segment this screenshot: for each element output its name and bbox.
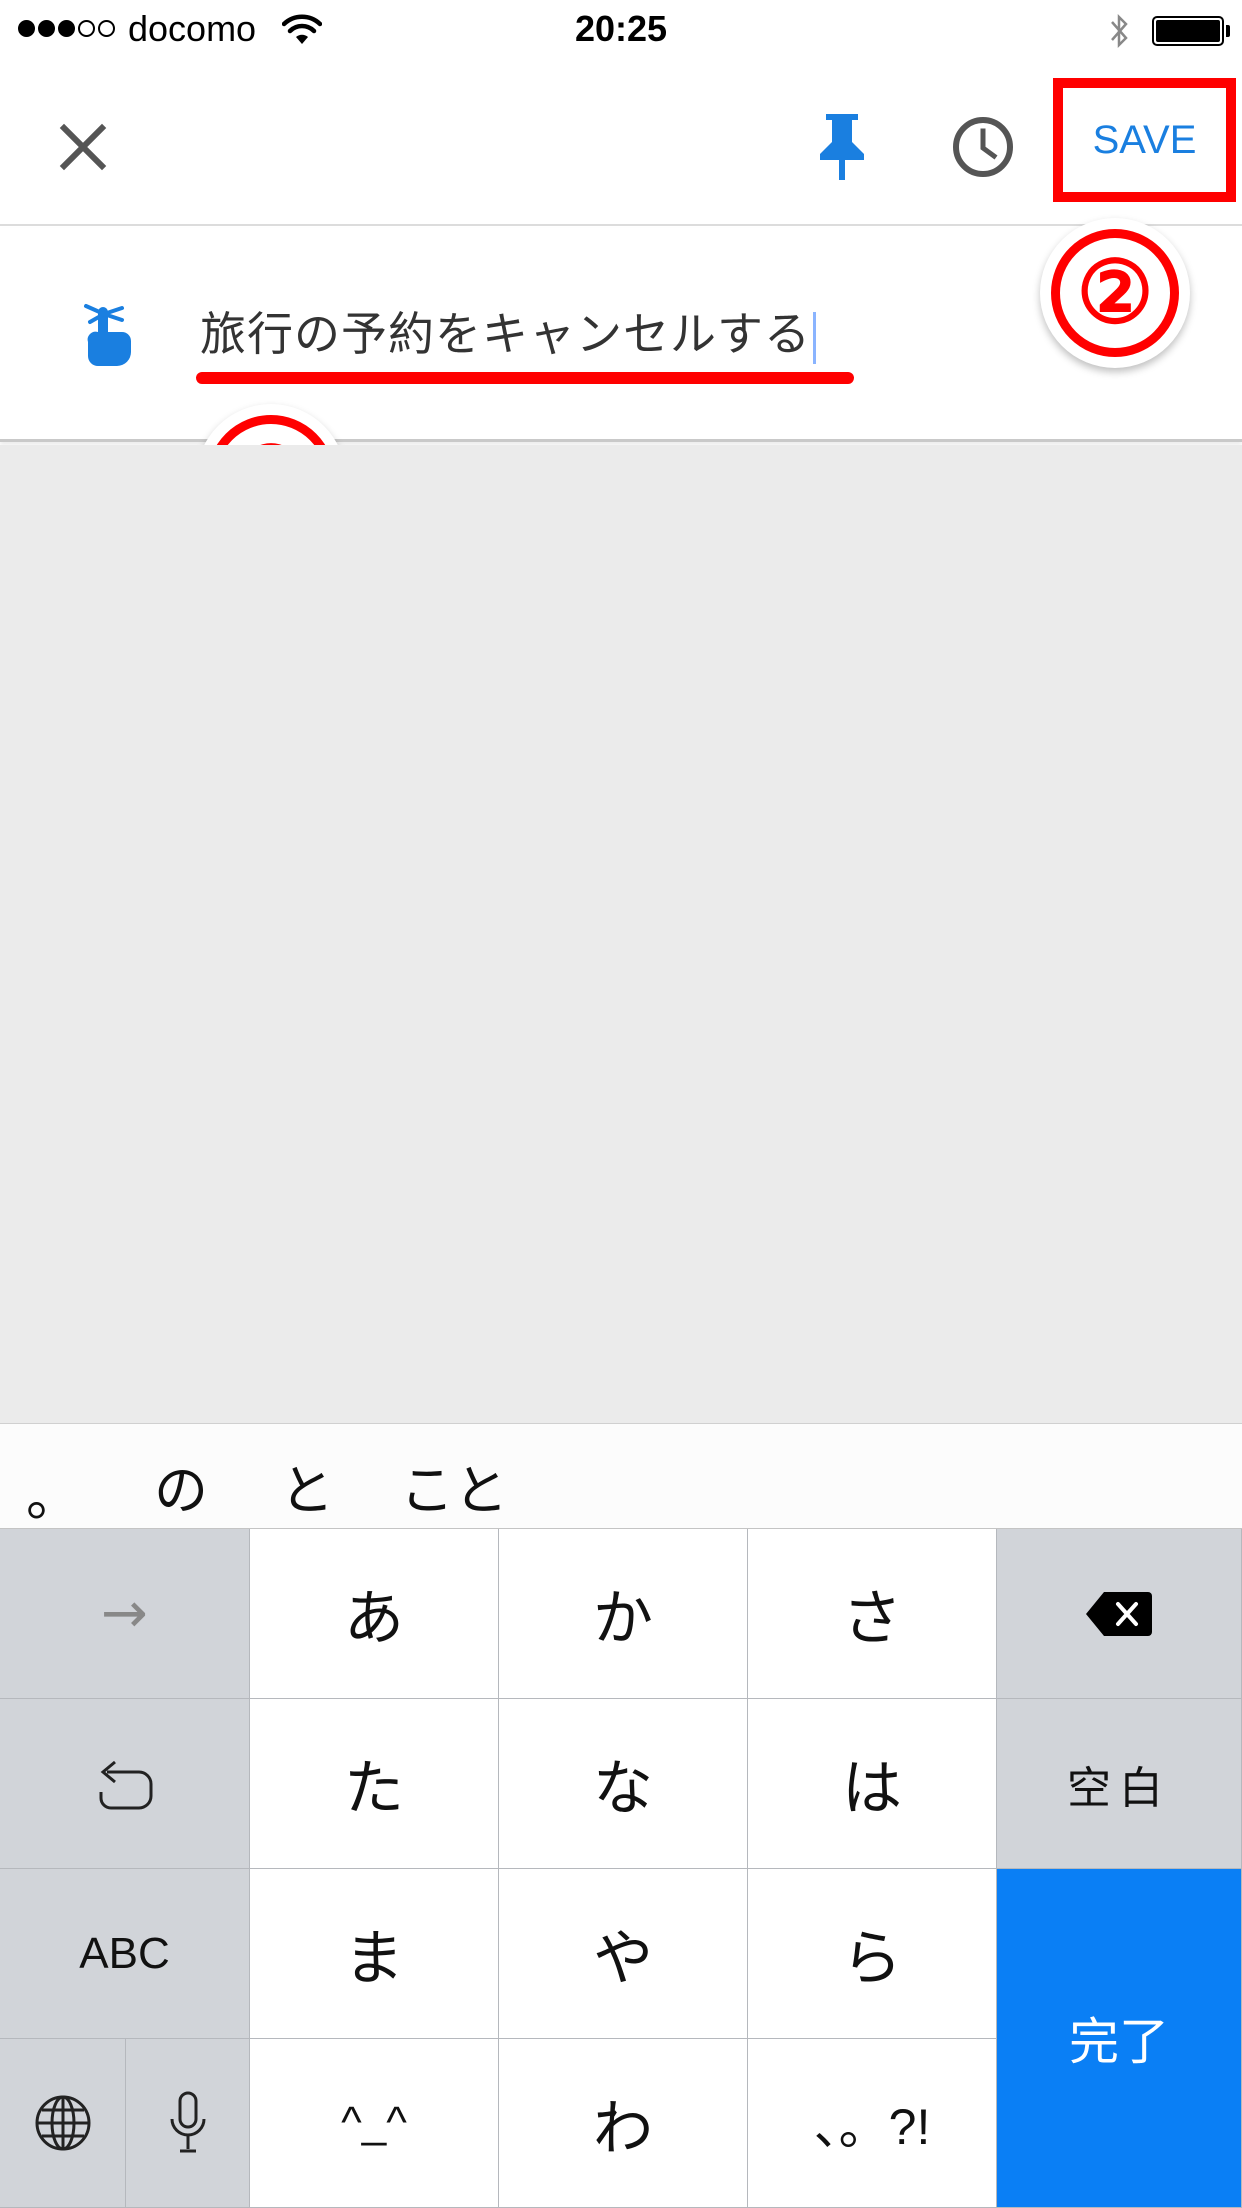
globe-icon — [35, 2095, 90, 2151]
text-caret — [813, 311, 816, 364]
key-ya[interactable]: や — [499, 1869, 748, 2039]
microphone-key[interactable] — [126, 2039, 250, 2208]
japanese-kana-keyboard: → あ か さ た な は 空白 ABC ま や ら ^_^ わ 、。?! 完了 — [0, 1529, 1242, 2208]
status-time: 20:25 — [574, 8, 668, 49]
close-icon[interactable] — [50, 114, 116, 180]
annotation-step-2-badge: ② — [1040, 218, 1190, 368]
reminder-finger-icon — [84, 304, 131, 366]
undo-icon — [99, 1760, 152, 1809]
key-ha[interactable]: は — [748, 1699, 997, 1869]
key-ma[interactable]: ま — [250, 1869, 499, 2039]
suggestion-item[interactable]: の — [154, 1446, 208, 1525]
key-ra[interactable]: ら — [748, 1869, 997, 2039]
delete-icon — [1086, 1591, 1152, 1636]
suggestion-item[interactable]: こと — [400, 1446, 508, 1525]
emoticon-key[interactable]: ^_^ — [250, 2039, 499, 2208]
note-body-area[interactable] — [0, 445, 1242, 1423]
bluetooth-icon — [1111, 13, 1128, 49]
clock-icon[interactable] — [950, 114, 1016, 180]
battery-tip — [1226, 25, 1230, 37]
predictive-suggestions-bar: 。 の と こと — [0, 1423, 1242, 1529]
abc-key[interactable]: ABC — [0, 1869, 250, 2039]
key-a[interactable]: あ — [250, 1529, 499, 1699]
editor-toolbar: SAVE — [0, 62, 1242, 226]
space-key[interactable]: 空白 — [997, 1699, 1242, 1869]
globe-key[interactable] — [0, 2039, 126, 2208]
key-ta[interactable]: た — [250, 1699, 499, 1869]
save-button[interactable]: SAVE — [1053, 78, 1236, 202]
annotation-step-2-label: ② — [1076, 245, 1154, 341]
battery-icon — [1152, 16, 1224, 46]
cursor-right-key[interactable]: → — [0, 1529, 250, 1699]
suggestion-item[interactable]: 。 — [26, 1452, 80, 1531]
suggestion-item[interactable]: と — [280, 1446, 334, 1525]
undo-key[interactable] — [0, 1699, 250, 1869]
status-bar: docomo 20:25 — [0, 0, 1242, 62]
microphone-icon — [170, 2091, 205, 2153]
key-sa[interactable]: さ — [748, 1529, 997, 1699]
key-wa[interactable]: わ — [499, 2039, 748, 2208]
done-key[interactable]: 完了 — [997, 1869, 1242, 2208]
key-na[interactable]: な — [499, 1699, 748, 1869]
pin-icon[interactable] — [810, 112, 874, 182]
key-ka[interactable]: か — [499, 1529, 748, 1699]
reminder-title-input[interactable]: 旅行の予約をキャンセルする — [200, 298, 816, 364]
reminder-title-text: 旅行の予約をキャンセルする — [200, 307, 811, 361]
delete-key[interactable] — [997, 1529, 1242, 1699]
annotation-underline — [196, 372, 854, 384]
punctuation-key[interactable]: 、。?! — [748, 2039, 997, 2208]
